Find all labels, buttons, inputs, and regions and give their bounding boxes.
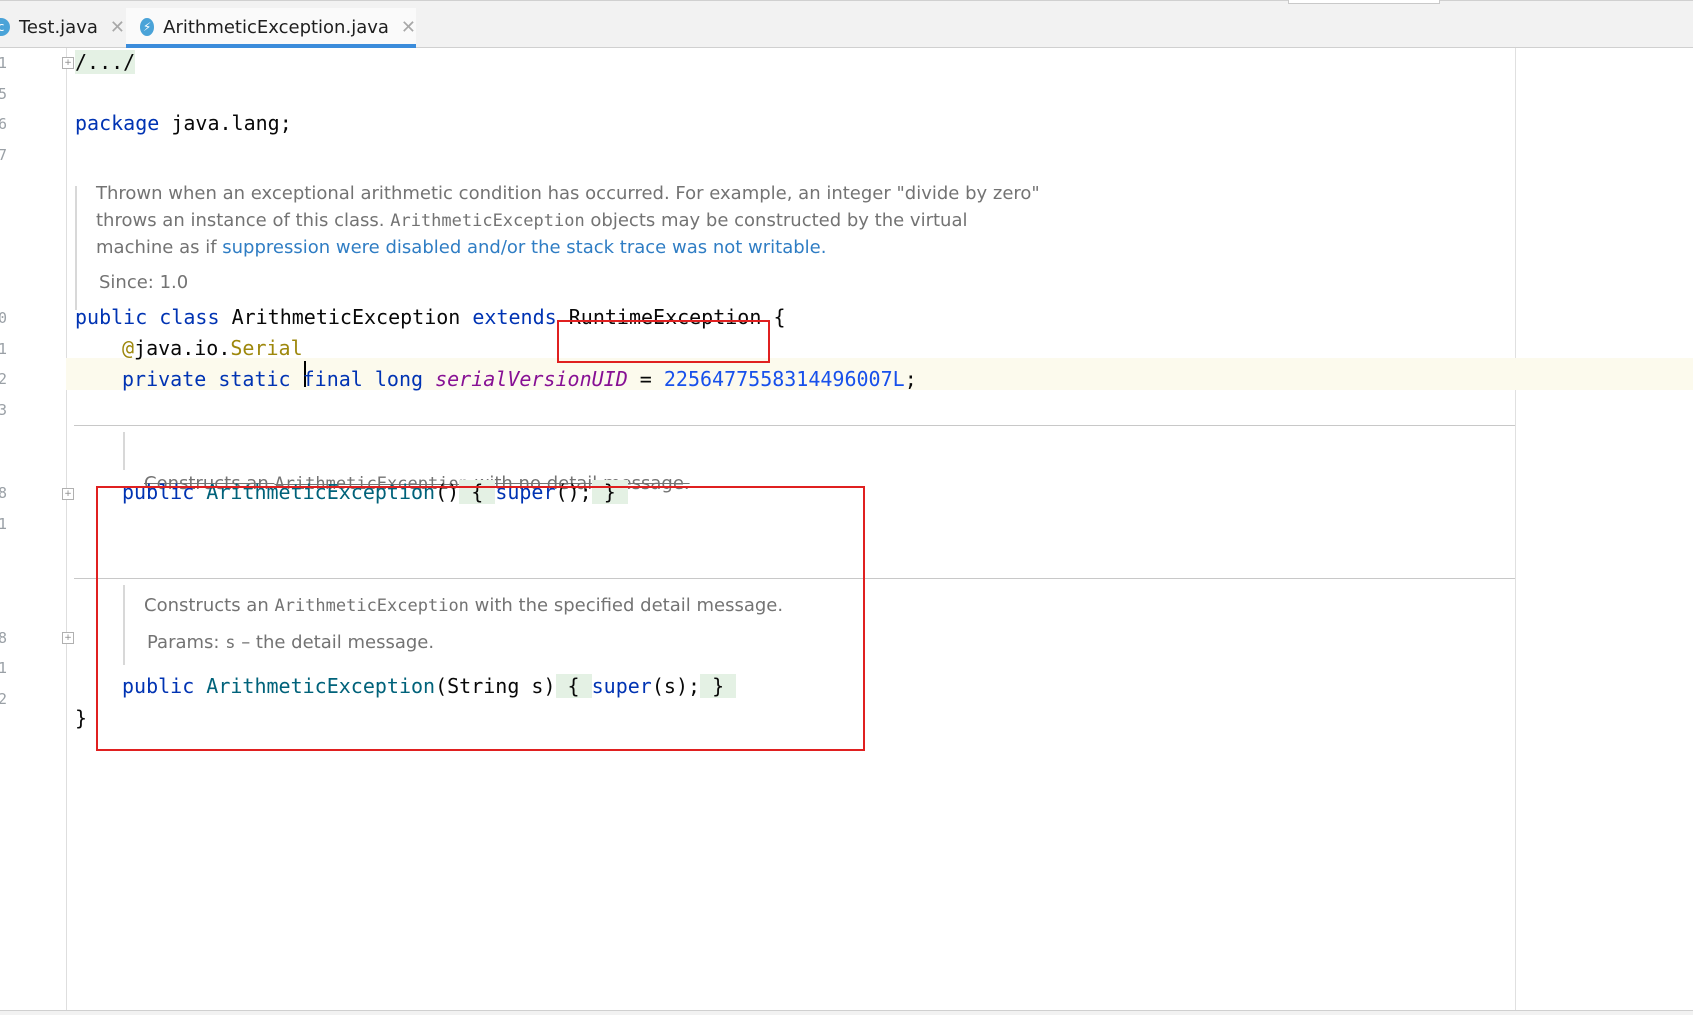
code-line-class-close[interactable]: } [75, 706, 87, 730]
code-line-package[interactable]: package java.lang; [75, 111, 292, 135]
doc-since: Since: 1.0 [99, 272, 189, 293]
fold-expand-icon[interactable]: + [62, 488, 74, 500]
line-number: 8 [0, 484, 8, 502]
line-number: 7 [0, 146, 8, 164]
code-line-annotation[interactable]: @java.io.Serial [122, 336, 303, 360]
line-number: 1 [0, 340, 8, 358]
doc-comment-line: Thrown when an exceptional arithmetic co… [96, 183, 1040, 204]
search-field-edge [1288, 0, 1440, 4]
editor-bottom-border [0, 1010, 1693, 1015]
line-number: 0 [0, 309, 8, 327]
doc-link[interactable]: suppression were disabled and/or the sta… [222, 237, 820, 258]
java-exception-class-icon: ⚡ [140, 18, 155, 36]
method-separator [74, 425, 1515, 426]
line-number-gutter [0, 48, 67, 1010]
highlight-box-constructors [96, 486, 865, 751]
line-number: 1 [0, 54, 8, 72]
tab-label: Test.java [19, 16, 98, 38]
tab-arithmeticexception-java[interactable]: ⚡ ArithmeticException.java ✕ [126, 8, 416, 48]
fold-expand-icon[interactable]: + [62, 632, 74, 644]
highlight-box-superclass [557, 320, 770, 363]
line-number: 1 [0, 659, 8, 677]
line-number: 3 [0, 401, 8, 419]
code-line-folded-header[interactable]: /.../ [75, 50, 136, 74]
doc-comment-line: machine as if suppression were disabled … [96, 237, 827, 258]
doc-comment-bar [75, 186, 77, 310]
doc-comment-bar [123, 432, 125, 470]
line-number: 2 [0, 690, 8, 708]
close-icon[interactable]: ✕ [110, 17, 125, 38]
right-margin-guide [1515, 48, 1516, 1010]
line-number: 8 [0, 629, 8, 647]
code-line-field[interactable]: private static final long serialVersionU… [122, 367, 917, 391]
close-icon[interactable]: ✕ [401, 17, 416, 38]
doc-comment-line: throws an instance of this class. Arithm… [96, 210, 968, 231]
line-number: 6 [0, 115, 8, 133]
tab-test-java[interactable]: c Test.java ✕ [0, 8, 125, 46]
fold-expand-icon[interactable]: + [62, 57, 74, 69]
line-number: 1 [0, 515, 8, 533]
line-number: 2 [0, 370, 8, 388]
tab-label: ArithmeticException.java [163, 16, 389, 38]
java-class-icon: c [0, 18, 10, 36]
line-number: 5 [0, 85, 8, 103]
